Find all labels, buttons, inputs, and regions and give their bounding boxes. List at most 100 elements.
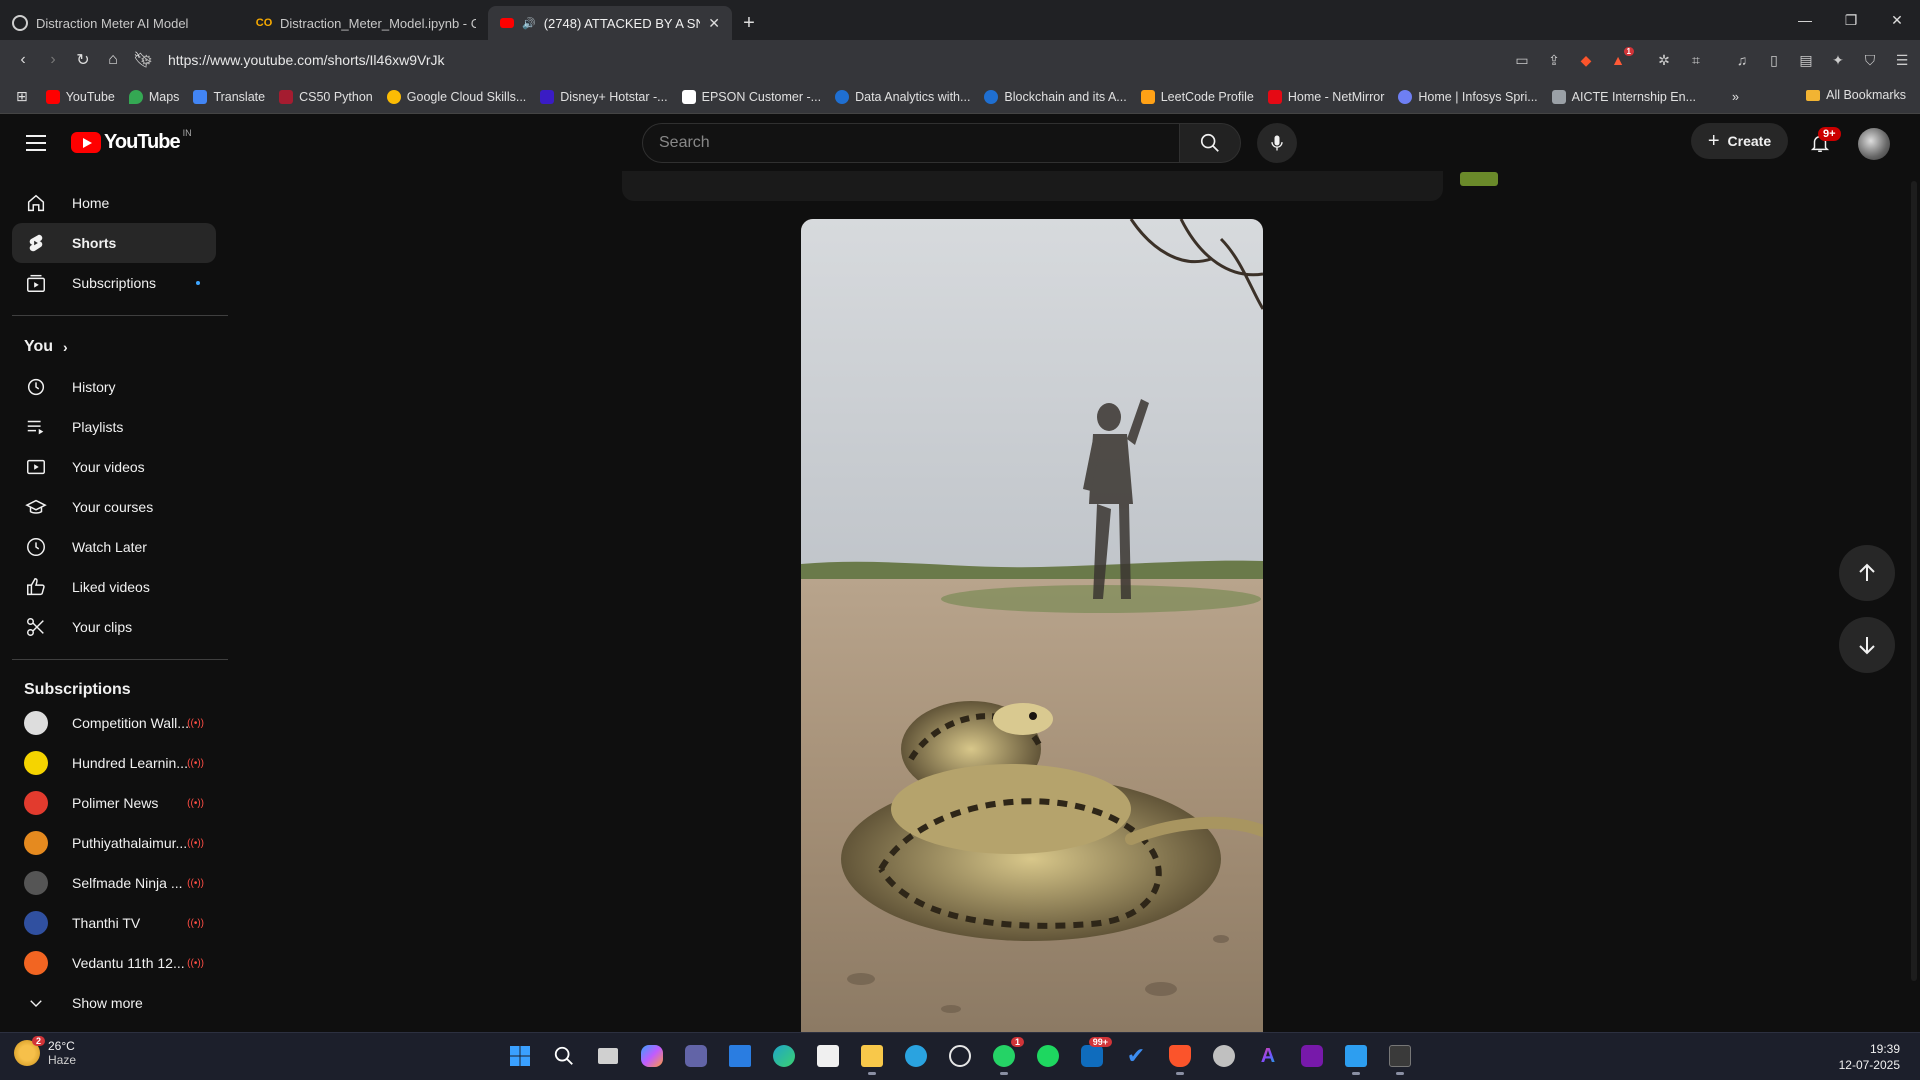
widgets-icon[interactable] bbox=[724, 1039, 756, 1073]
copilot-icon[interactable] bbox=[636, 1039, 668, 1073]
sidebar-item-shorts[interactable]: Shorts bbox=[12, 223, 216, 263]
clock-app-icon[interactable] bbox=[1208, 1039, 1240, 1073]
bookmark-leetcode[interactable]: LeetCode Profile bbox=[1140, 89, 1254, 104]
bookmark-data-analytics[interactable]: Data Analytics with... bbox=[835, 89, 970, 104]
share-icon[interactable]: ⇪ bbox=[1542, 45, 1566, 75]
sidebar-item-history[interactable]: History bbox=[12, 367, 216, 407]
close-tab-icon[interactable]: ✕ bbox=[708, 15, 720, 32]
speaker-icon[interactable]: 🔊 bbox=[522, 17, 536, 30]
telegram-icon[interactable] bbox=[900, 1039, 932, 1073]
bookmark-youtube[interactable]: YouTube bbox=[45, 89, 115, 104]
site-settings-icon[interactable]: ⚙︎ bbox=[140, 52, 153, 69]
close-window-button[interactable]: ✕ bbox=[1874, 0, 1920, 40]
subscription-item[interactable]: Thanthi TV ((•)) bbox=[12, 903, 216, 943]
translate-page-icon[interactable]: ⌗ bbox=[1684, 45, 1708, 75]
media-control-icon[interactable]: ♫ bbox=[1730, 45, 1754, 75]
system-clock[interactable]: 19:39 12-07-2025 bbox=[1839, 1041, 1900, 1073]
apps-grid-icon[interactable]: ⊞ bbox=[16, 88, 28, 105]
guide-menu-icon[interactable] bbox=[24, 131, 48, 155]
account-avatar[interactable] bbox=[1858, 128, 1890, 160]
brave-icon[interactable] bbox=[1164, 1039, 1196, 1075]
arc-icon[interactable]: A bbox=[1252, 1039, 1284, 1073]
shorts-video-player[interactable] bbox=[801, 219, 1263, 1032]
todo-icon[interactable]: ✔ bbox=[1120, 1039, 1152, 1073]
new-tab-button[interactable]: + bbox=[732, 6, 766, 40]
search-input[interactable]: Search bbox=[642, 123, 1180, 163]
sidebar-item-playlists[interactable]: Playlists bbox=[12, 407, 216, 447]
youtube-logo[interactable]: YouTube IN bbox=[71, 128, 192, 154]
browser-tab-3-active[interactable]: 🔊 (2748) ATTACKED BY A SNAKE ✕ bbox=[488, 6, 732, 40]
sidebar-item-your-videos[interactable]: Your videos bbox=[12, 447, 216, 487]
bookmark-netmirror[interactable]: Home - NetMirror bbox=[1267, 89, 1384, 104]
subscription-item[interactable]: Polimer News ((•)) bbox=[12, 783, 216, 823]
next-short-button[interactable] bbox=[1839, 617, 1895, 673]
vscode-icon[interactable] bbox=[1340, 1039, 1372, 1075]
subscription-item[interactable]: Selfmade Ninja ... ((•)) bbox=[12, 863, 216, 903]
menu-icon[interactable]: ☰ bbox=[1890, 45, 1914, 75]
spotify-icon[interactable] bbox=[1032, 1039, 1064, 1073]
sidebar-item-liked-videos[interactable]: Liked videos bbox=[12, 567, 216, 607]
sidebar-item-home[interactable]: Home bbox=[12, 183, 216, 223]
scrollbar-thumb[interactable] bbox=[1911, 181, 1917, 981]
minimize-button[interactable]: — bbox=[1782, 0, 1828, 40]
subscription-item[interactable]: Vedantu 11th 12... ((•)) bbox=[12, 943, 216, 983]
search-button[interactable] bbox=[1179, 123, 1241, 163]
subscription-item[interactable]: Puthiyathalaimur... ((•)) bbox=[12, 823, 216, 863]
start-icon[interactable] bbox=[504, 1039, 536, 1073]
cast-icon[interactable]: ▭ bbox=[1510, 45, 1534, 75]
url-bar[interactable]: ⚙︎ https://www.youtube.com/shorts/Il46xw… bbox=[140, 45, 1508, 75]
bookmark-epson[interactable]: EPSON Customer -... bbox=[681, 89, 821, 104]
reload-button[interactable]: ↻ bbox=[68, 45, 98, 75]
sidebar-item-subscriptions[interactable]: Subscriptions bbox=[12, 263, 216, 303]
arrow-down-icon bbox=[1859, 637, 1875, 655]
bookmark-maps[interactable]: Maps bbox=[128, 89, 179, 104]
leo-ai-icon[interactable]: ✦ bbox=[1826, 45, 1850, 75]
restore-button[interactable]: ❐ bbox=[1828, 0, 1874, 40]
sidebar-item-watch-later[interactable]: Watch Later bbox=[12, 527, 216, 567]
teams-icon[interactable] bbox=[680, 1039, 712, 1073]
bookmark-hotstar[interactable]: Disney+ Hotstar -... bbox=[540, 89, 668, 104]
sidebar-toggle-icon[interactable]: ▯ bbox=[1762, 45, 1786, 75]
bookmark-translate[interactable]: Translate bbox=[193, 89, 265, 104]
more-bookmarks-icon[interactable]: » bbox=[1732, 90, 1739, 104]
media-player-icon[interactable] bbox=[944, 1039, 976, 1073]
subscription-item[interactable]: Hundred Learnin... ((•)) bbox=[12, 743, 216, 783]
browser-tab-2[interactable]: CO Distraction_Meter_Model.ipynb - Col bbox=[244, 6, 488, 40]
notification-badge: 9+ bbox=[1818, 127, 1841, 141]
bookmark-blockchain[interactable]: Blockchain and its A... bbox=[984, 89, 1127, 104]
bookmark-google-cloud[interactable]: Google Cloud Skills... bbox=[386, 89, 526, 104]
previous-short-button[interactable] bbox=[1839, 545, 1895, 601]
file-explorer-icon[interactable] bbox=[856, 1039, 888, 1075]
subscription-item[interactable]: Competition Wall... ((•)) bbox=[12, 703, 216, 743]
back-button[interactable]: ‹ bbox=[8, 45, 38, 75]
brave-rewards-icon[interactable]: ▲ 1 bbox=[1606, 45, 1634, 75]
search-icon[interactable] bbox=[548, 1039, 580, 1073]
extensions-icon[interactable]: ✲ bbox=[1652, 45, 1676, 75]
wallet-icon[interactable]: ▤ bbox=[1794, 45, 1818, 75]
store-icon[interactable] bbox=[812, 1039, 844, 1073]
show-more-button[interactable]: Show more bbox=[12, 983, 216, 1023]
voice-search-button[interactable] bbox=[1257, 123, 1297, 163]
outlook-icon[interactable]: 99+ bbox=[1076, 1037, 1112, 1073]
onenote-icon[interactable] bbox=[1296, 1039, 1328, 1073]
weather-widget[interactable]: 2 26°C Haze bbox=[14, 1036, 76, 1067]
home-button[interactable]: ⌂ bbox=[98, 45, 128, 75]
brave-shields-icon[interactable]: ◆ bbox=[1574, 45, 1598, 75]
bookmark-aicte[interactable]: AICTE Internship En... bbox=[1551, 89, 1696, 104]
bookmark-cs50[interactable]: CS50 Python bbox=[279, 89, 373, 104]
terminal-icon[interactable] bbox=[1384, 1039, 1416, 1075]
bookmark-infosys[interactable]: Home | Infosys Spri... bbox=[1398, 89, 1538, 104]
toolbar-extensions: ▭ ⇪ ◆ ▲ 1 ✲ ⌗ ♫ ▯ ▤ ✦ ⛉ ☰ bbox=[1510, 45, 1914, 75]
browser-tab-1[interactable]: Distraction Meter AI Model bbox=[0, 6, 244, 40]
sidebar-item-your-courses[interactable]: Your courses bbox=[12, 487, 216, 527]
vpn-icon[interactable]: ⛉ bbox=[1858, 45, 1882, 75]
create-button[interactable]: + Create bbox=[1691, 123, 1788, 159]
all-bookmarks-button[interactable]: All Bookmarks bbox=[1806, 88, 1906, 102]
forward-button[interactable]: › bbox=[38, 45, 68, 75]
task-view-icon[interactable] bbox=[592, 1039, 624, 1073]
edge-icon[interactable] bbox=[768, 1039, 800, 1073]
whatsapp-icon[interactable]: 1 bbox=[988, 1037, 1024, 1075]
sidebar-you-heading[interactable]: You › bbox=[12, 327, 216, 367]
sidebar-item-your-clips[interactable]: Your clips bbox=[12, 607, 216, 647]
page-scrollbar[interactable] bbox=[1908, 171, 1920, 1032]
